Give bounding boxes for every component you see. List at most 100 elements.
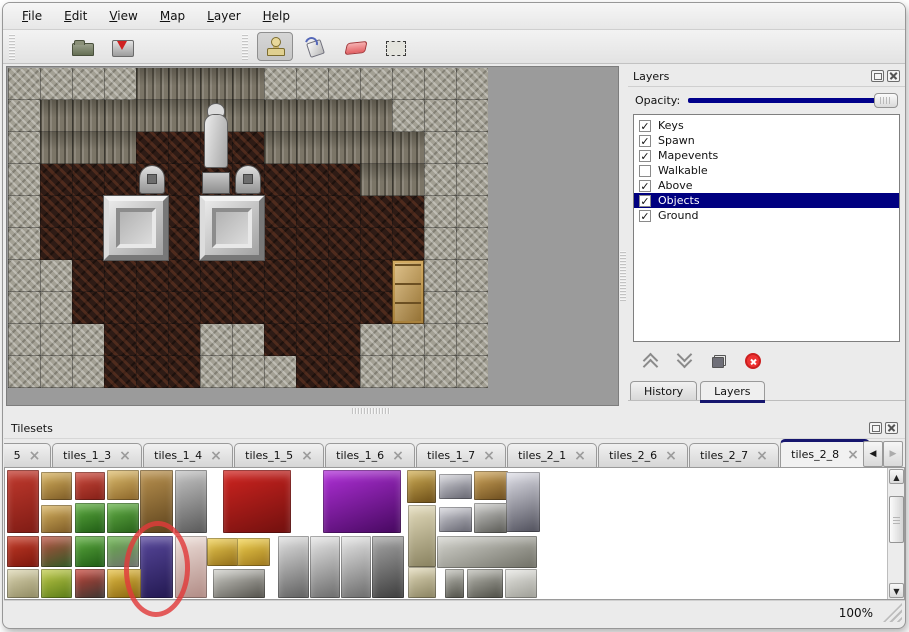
map-tile-rock[interactable] (392, 100, 424, 132)
map-tile-rock[interactable] (8, 100, 40, 132)
map-tile-rock[interactable] (40, 324, 72, 356)
map-tile-cliff[interactable] (232, 100, 264, 132)
map-tile-rock[interactable] (72, 356, 104, 388)
select-tool-button[interactable] (377, 32, 413, 61)
map-tile-cliff[interactable] (328, 132, 360, 164)
map-tile-floor[interactable] (40, 196, 72, 228)
map-tile-rock[interactable] (424, 292, 456, 324)
map-tile-floor[interactable] (168, 356, 200, 388)
tab-history[interactable]: History (630, 381, 697, 400)
map-tile-rock[interactable] (8, 132, 40, 164)
map-tile-floor[interactable] (328, 260, 360, 292)
menu-edit[interactable]: Edit (53, 5, 98, 27)
tile-gold-pile[interactable] (237, 538, 270, 566)
stamp-tool-button[interactable] (257, 32, 293, 61)
map-tile-floor[interactable] (136, 324, 168, 356)
map-tile-rock[interactable] (8, 228, 40, 260)
tile-banner-crest[interactable] (7, 536, 39, 567)
map-tile-floor[interactable] (264, 260, 296, 292)
layer-row-ground[interactable]: ✓Ground (634, 208, 899, 223)
tile-banner-red[interactable] (7, 470, 39, 533)
map-tile-rock[interactable] (424, 196, 456, 228)
map-tile-floor[interactable] (232, 260, 264, 292)
map-tile-floor[interactable] (232, 292, 264, 324)
layer-row-above[interactable]: ✓Above (634, 178, 899, 193)
map-tile-floor[interactable] (232, 132, 264, 164)
layer-visibility-checkbox[interactable] (639, 165, 651, 177)
horizontal-splitter[interactable] (352, 408, 390, 414)
map-tile-floor[interactable] (296, 260, 328, 292)
map-object-altar-platform[interactable] (200, 196, 264, 260)
tile-plant-palm[interactable] (75, 503, 105, 533)
tile-portrait-framed[interactable] (407, 470, 436, 503)
tile-stool-crank[interactable] (75, 569, 105, 598)
map-tile-rock[interactable] (360, 68, 392, 100)
tile-plant-shrub[interactable] (107, 503, 139, 533)
map-tile-floor[interactable] (264, 196, 296, 228)
toolbar-grip[interactable] (242, 34, 248, 60)
tile-statue-angel-2[interactable] (341, 536, 371, 598)
scroll-up-icon[interactable]: ▲ (889, 469, 904, 484)
map-tile-rock[interactable] (456, 196, 488, 228)
map-tile-cliff[interactable] (104, 100, 136, 132)
move-layer-up-button[interactable] (640, 351, 662, 371)
map-tile-rock[interactable] (40, 292, 72, 324)
opacity-slider-handle[interactable] (874, 93, 898, 108)
scrollbar-thumb[interactable] (889, 496, 904, 543)
tileset-tab-tiles_2_6[interactable]: tiles_2_6× (598, 443, 688, 467)
map-tile-rock[interactable] (8, 356, 40, 388)
map-tile-cliff[interactable] (168, 68, 200, 100)
map-tile-floor[interactable] (40, 228, 72, 260)
tile-chest-silver-2[interactable] (439, 507, 472, 532)
map-tile-cliff[interactable] (360, 100, 392, 132)
map-tile-floor[interactable] (296, 228, 328, 260)
map-object-gravestone[interactable] (136, 164, 168, 196)
map-tile-floor[interactable] (104, 292, 136, 324)
tile-plant-palm-2[interactable] (75, 536, 105, 567)
map-tile-floor[interactable] (104, 324, 136, 356)
map-tile-rock[interactable] (392, 324, 424, 356)
layer-row-spawn[interactable]: ✓Spawn (634, 133, 899, 148)
map-tile-floor[interactable] (200, 260, 232, 292)
map-tile-rock[interactable] (424, 100, 456, 132)
map-object-statue[interactable] (200, 100, 232, 196)
close-panel-icon[interactable] (885, 422, 898, 434)
close-tab-icon[interactable]: × (574, 451, 586, 461)
map-tile-rock[interactable] (456, 260, 488, 292)
map-object-cabinet[interactable] (392, 260, 424, 324)
map-tile-rock[interactable] (456, 228, 488, 260)
opacity-slider[interactable] (688, 93, 898, 108)
map-tile-rock[interactable] (456, 356, 488, 388)
map-tile-floor[interactable] (40, 164, 72, 196)
map-tile-cliff[interactable] (232, 68, 264, 100)
tile-door-purple[interactable] (140, 536, 173, 598)
map-tile-floor[interactable] (168, 196, 200, 228)
map-tile-rock[interactable] (392, 356, 424, 388)
layer-visibility-checkbox[interactable]: ✓ (639, 210, 651, 222)
layer-visibility-checkbox[interactable]: ✓ (639, 120, 651, 132)
tile-bookshelf[interactable] (41, 536, 72, 567)
tileset-tab-tiles_1_6[interactable]: tiles_1_6× (325, 443, 415, 467)
map-tile-floor[interactable] (104, 164, 136, 196)
map-tile-rock[interactable] (232, 324, 264, 356)
map-tile-floor[interactable] (360, 228, 392, 260)
map-tile-rock[interactable] (392, 68, 424, 100)
map-tile-floor[interactable] (360, 292, 392, 324)
map-tile-floor[interactable] (296, 164, 328, 196)
map-tile-cliff[interactable] (296, 132, 328, 164)
map-tile-floor[interactable] (392, 196, 424, 228)
map-tile-cliff[interactable] (136, 68, 168, 100)
tile-pillar[interactable] (445, 569, 464, 598)
close-tab-icon[interactable]: × (210, 451, 222, 461)
close-tab-icon[interactable]: × (483, 451, 495, 461)
map-tile-floor[interactable] (72, 292, 104, 324)
tile-throne-purple[interactable] (323, 470, 401, 533)
map-tile-floor[interactable] (264, 164, 296, 196)
tile-bench-wood[interactable] (474, 471, 508, 500)
map-tile-rock[interactable] (200, 324, 232, 356)
undo-button[interactable] (158, 32, 194, 61)
tile-wall-block[interactable] (437, 536, 537, 568)
map-object-altar-platform[interactable] (104, 196, 168, 260)
map-tile-cliff[interactable] (392, 132, 424, 164)
map-tile-cliff[interactable] (72, 132, 104, 164)
